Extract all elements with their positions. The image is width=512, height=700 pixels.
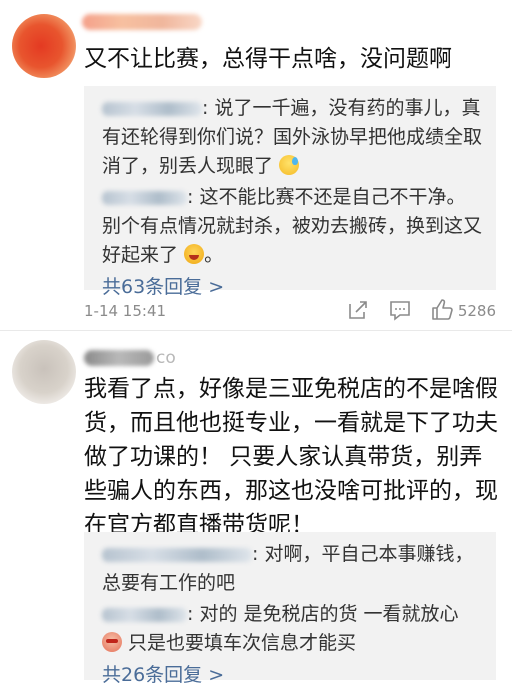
- comment-text: 我看了点，好像是三亚免税店的不是啥假货，而且他也挺专业，一看就是下了功夫做了功课…: [84, 376, 498, 538]
- comment-text: 又不让比赛，总得干点啥，没问题啊: [84, 46, 452, 72]
- comment-icon[interactable]: [388, 298, 412, 322]
- reply-item[interactable]: : 说了一千遍，没有药的事儿，真有还轮得到你们说？国外泳协早把他成绩全取消了，别…: [102, 94, 482, 181]
- peeking-emoji: [102, 632, 122, 652]
- reply-username-blurred[interactable]: [102, 101, 202, 116]
- reply-item[interactable]: : 对的 是免税店的货 一看就放心 只是也要填车次信息才能买: [102, 600, 482, 658]
- username-tail[interactable]: co: [156, 348, 176, 368]
- reply-username-blurred[interactable]: [102, 190, 187, 205]
- comment-meta: 1-14 15:41 5286: [84, 296, 496, 326]
- more-replies-link[interactable]: 共26条回复 >: [102, 658, 482, 692]
- reply-text: : 对的 是免税店的货 一看就放心: [187, 603, 459, 625]
- timestamp: 1-14 15:41: [84, 302, 167, 320]
- reply-username-blurred[interactable]: [102, 607, 187, 622]
- reply-item[interactable]: : 对啊，平自己本事赚钱，总要有工作的吧: [102, 540, 482, 598]
- reply-username-blurred[interactable]: [102, 547, 252, 562]
- username-blurred[interactable]: [82, 14, 202, 30]
- laughing-emoji: [184, 244, 205, 264]
- avatar[interactable]: [12, 14, 76, 78]
- sweat-smile-emoji: [279, 155, 300, 175]
- like-icon[interactable]: [430, 298, 454, 322]
- reply-tail: 。: [204, 244, 224, 266]
- reply-tail: 只是也要填车次信息才能买: [122, 632, 357, 654]
- username-blurred[interactable]: [84, 350, 154, 366]
- avatar[interactable]: [12, 340, 76, 404]
- comment-card: 又不让比赛，总得干点啥，没问题啊 : 说了一千遍，没有药的事儿，真有还轮得到你们…: [0, 0, 512, 330]
- reply-box[interactable]: : 对啊，平自己本事赚钱，总要有工作的吧 : 对的 是免税店的货 一看就放心 只…: [84, 532, 496, 686]
- share-icon[interactable]: [346, 298, 370, 322]
- reply-item[interactable]: : 这不能比赛不还是自己不干净。别个有点情况就封杀，被劝去搬砖，换到这又好起来了…: [102, 183, 482, 270]
- reply-box[interactable]: : 说了一千遍，没有药的事儿，真有还轮得到你们说？国外泳协早把他成绩全取消了，别…: [84, 86, 496, 298]
- like-count: 5286: [457, 302, 496, 320]
